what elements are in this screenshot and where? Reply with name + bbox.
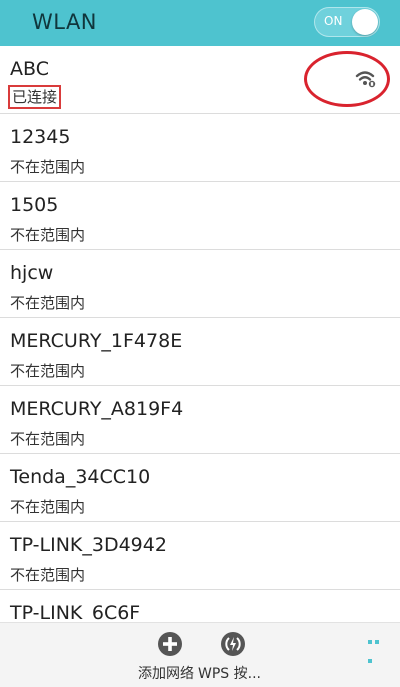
wlan-toggle[interactable]: ON bbox=[314, 7, 380, 37]
network-item[interactable]: hjcw 不在范围内 bbox=[0, 250, 400, 318]
network-ssid: MERCURY_1F478E bbox=[10, 330, 183, 352]
toggle-label: ON bbox=[324, 14, 343, 28]
network-ssid: TP-LINK_3D4942 bbox=[10, 534, 167, 556]
add-network-label[interactable]: 添加网络 bbox=[138, 666, 194, 682]
add-network-icon[interactable] bbox=[157, 631, 183, 657]
wifi-signal-icon bbox=[355, 71, 376, 88]
network-ssid: Tenda_34CC10 bbox=[10, 466, 151, 488]
network-ssid: 1505 bbox=[10, 194, 59, 216]
page-title: WLAN bbox=[32, 10, 98, 34]
network-status: 不在范围内 bbox=[10, 158, 86, 176]
network-status: 已连接 bbox=[8, 85, 62, 109]
bottom-labels: 添加网络 WPS 按... bbox=[138, 663, 265, 683]
network-status: 不在范围内 bbox=[10, 226, 86, 244]
network-ssid: 12345 bbox=[10, 126, 71, 148]
network-status: 不在范围内 bbox=[10, 430, 86, 448]
network-item[interactable]: 12345 不在范围内 bbox=[0, 114, 400, 182]
network-list: ABC 已连接 12345 不在范围内 1505 不在范围内 hjcw 不在范围… bbox=[0, 46, 400, 630]
network-status: 不在范围内 bbox=[10, 294, 86, 312]
network-item-abc[interactable]: ABC 已连接 bbox=[0, 46, 400, 114]
network-ssid: MERCURY_A819F4 bbox=[10, 398, 184, 420]
wps-icon[interactable] bbox=[220, 631, 246, 657]
header-bar: WLAN ON bbox=[0, 0, 400, 46]
network-ssid: hjcw bbox=[10, 262, 54, 284]
network-item[interactable]: TP-LINK_3D4942 不在范围内 bbox=[0, 522, 400, 590]
wps-label[interactable]: WPS 按... bbox=[198, 666, 261, 682]
network-status: 不在范围内 bbox=[10, 498, 86, 516]
network-ssid: ABC bbox=[10, 58, 49, 80]
network-status: 不在范围内 bbox=[10, 362, 86, 380]
toggle-knob bbox=[352, 9, 378, 35]
bottom-action-bar: 添加网络 WPS 按... bbox=[0, 622, 400, 687]
wifi-signal-highlight bbox=[304, 51, 390, 107]
network-status: 不在范围内 bbox=[10, 566, 86, 584]
network-item[interactable]: MERCURY_A819F4 不在范围内 bbox=[0, 386, 400, 454]
network-item[interactable]: MERCURY_1F478E 不在范围内 bbox=[0, 318, 400, 386]
network-ssid: TP-LINK_6C6F bbox=[10, 602, 141, 624]
network-item[interactable]: Tenda_34CC10 不在范围内 bbox=[0, 454, 400, 522]
more-menu-icon[interactable] bbox=[368, 629, 388, 663]
network-item[interactable]: 1505 不在范围内 bbox=[0, 182, 400, 250]
